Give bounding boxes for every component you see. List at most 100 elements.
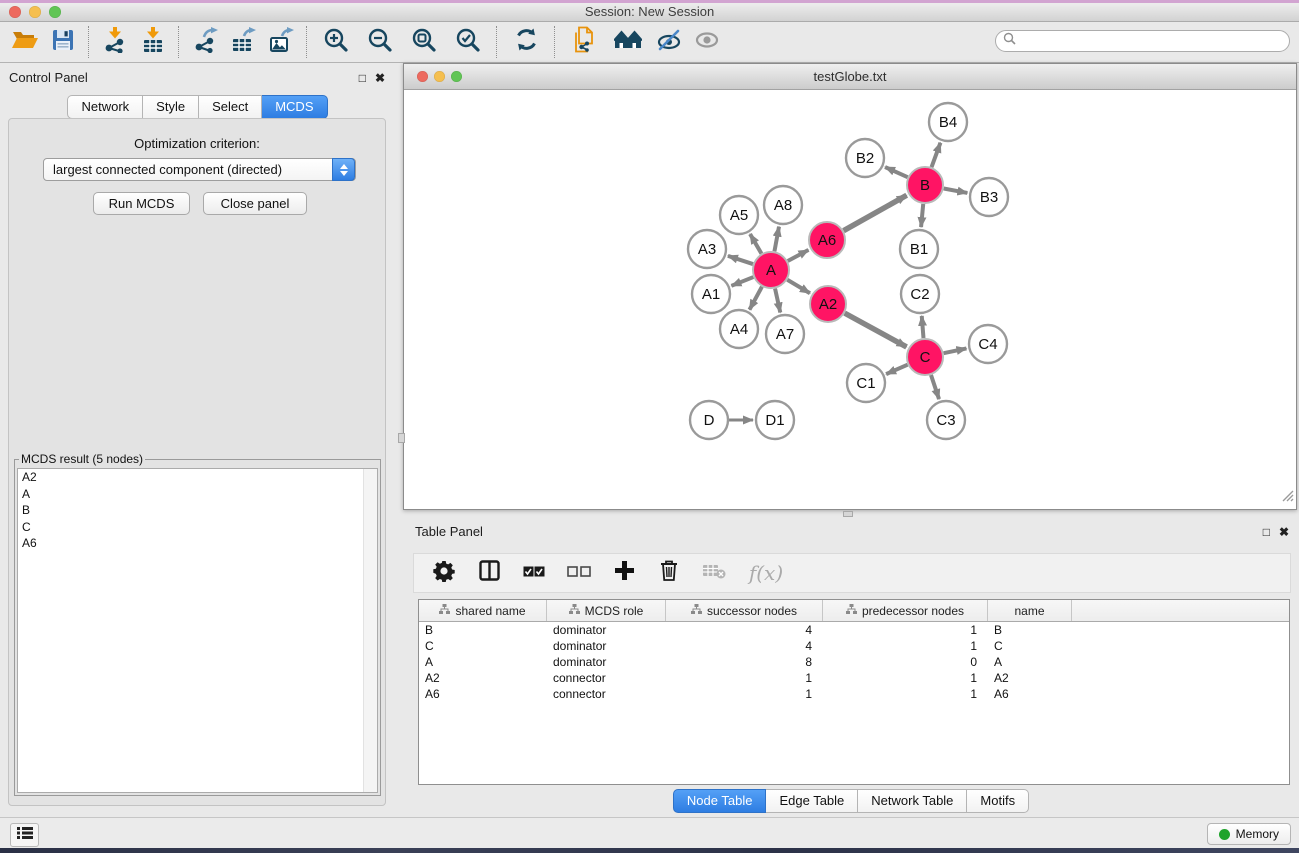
table-row[interactable]: A6connector11A6 [419, 686, 1289, 702]
table-cell[interactable]: 4 [666, 623, 823, 637]
tab-edge-table[interactable]: Edge Table [766, 789, 858, 813]
import-network-button[interactable] [96, 24, 134, 60]
vertical-splitter-handle[interactable] [398, 433, 405, 443]
mcds-result-item[interactable]: A [18, 486, 377, 503]
graph-edge-B-B3[interactable] [944, 189, 968, 193]
graph-edge-A-A8[interactable] [774, 227, 779, 252]
export-network-button[interactable] [186, 24, 224, 60]
create-column-button[interactable] [611, 559, 637, 587]
table-cell[interactable]: A2 [988, 671, 1072, 685]
show-details-button[interactable] [688, 24, 726, 60]
node-table[interactable]: shared nameMCDS rolesuccessor nodesprede… [418, 599, 1290, 785]
table-cell[interactable]: dominator [547, 639, 666, 653]
table-cell[interactable]: 1 [823, 671, 988, 685]
table-cell[interactable]: C [988, 639, 1072, 653]
graph-edge-A2-C[interactable] [845, 313, 907, 347]
optimization-criterion-select[interactable]: largest connected component (directed) [43, 158, 356, 181]
graph-edge-B-B2[interactable] [885, 167, 908, 177]
horizontal-splitter-handle[interactable] [843, 511, 853, 517]
graph-edge-A-A5[interactable] [750, 234, 761, 254]
network-from-selection-button[interactable] [562, 24, 606, 60]
float-panel-icon[interactable]: □ [1263, 526, 1270, 538]
graph-edge-C-C2[interactable] [922, 316, 924, 338]
home-button[interactable] [606, 24, 650, 60]
column-header-shared-name[interactable]: shared name [419, 600, 547, 621]
delete-column-button[interactable] [656, 559, 682, 587]
table-row[interactable]: A2connector11A2 [419, 670, 1289, 686]
table-cell[interactable]: 4 [666, 639, 823, 653]
select-all-rows-button[interactable] [521, 559, 547, 587]
export-table-button[interactable] [224, 24, 262, 60]
tab-select[interactable]: Select [199, 95, 262, 119]
table-cell[interactable]: 1 [666, 671, 823, 685]
show-columns-button[interactable] [476, 559, 502, 587]
zoom-fit-button[interactable] [402, 24, 446, 60]
graph-edge-B-B4[interactable] [932, 143, 941, 167]
refresh-button[interactable] [504, 24, 548, 60]
zoom-selected-button[interactable] [446, 24, 490, 60]
column-header-name[interactable]: name [988, 600, 1072, 621]
run-mcds-button[interactable]: Run MCDS [93, 192, 190, 215]
graph-edge-C-C1[interactable] [886, 365, 907, 374]
table-cell[interactable]: A2 [419, 671, 547, 685]
table-cell[interactable]: 1 [823, 687, 988, 701]
mcds-result-item[interactable]: A6 [18, 535, 377, 552]
table-cell[interactable]: dominator [547, 655, 666, 669]
network-canvas[interactable]: B4B2BB3B1A5A8A6A3AA1A2A4A7C2C4CC1C3DD1 [404, 90, 1296, 509]
graph-edge-A-A6[interactable] [788, 250, 809, 261]
graph-edge-B-B1[interactable] [921, 204, 923, 227]
table-cell[interactable]: connector [547, 671, 666, 685]
network-window-titlebar[interactable]: testGlobe.txt [404, 64, 1296, 90]
graph-edge-C-C3[interactable] [931, 375, 939, 399]
close-panel-icon[interactable]: ✖ [375, 72, 385, 84]
table-cell[interactable]: C [419, 639, 547, 653]
tab-mcds[interactable]: MCDS [262, 95, 327, 119]
graph-edge-A-A3[interactable] [728, 256, 753, 264]
table-row[interactable]: Adominator80A [419, 654, 1289, 670]
mcds-result-list[interactable]: A2ABCA6 [17, 468, 378, 793]
search-input[interactable] [1020, 33, 1289, 49]
table-cell[interactable]: connector [547, 687, 666, 701]
tab-network-table[interactable]: Network Table [858, 789, 967, 813]
close-panel-button[interactable]: Close panel [203, 192, 307, 215]
table-cell[interactable]: 8 [666, 655, 823, 669]
table-cell[interactable]: 1 [823, 623, 988, 637]
import-table-button[interactable] [134, 24, 172, 60]
mcds-result-item[interactable]: B [18, 502, 377, 519]
export-image-button[interactable] [262, 24, 300, 60]
scrollbar-track[interactable] [363, 469, 377, 792]
status-menu-button[interactable] [10, 823, 39, 847]
table-cell[interactable]: B [419, 623, 547, 637]
close-panel-icon[interactable]: ✖ [1279, 526, 1289, 538]
search-field[interactable] [995, 30, 1290, 52]
table-cell[interactable]: A6 [419, 687, 547, 701]
column-header-predecessor-nodes[interactable]: predecessor nodes [823, 600, 988, 621]
resize-grip-icon[interactable] [1280, 488, 1294, 507]
table-cell[interactable]: A [988, 655, 1072, 669]
table-row[interactable]: Cdominator41C [419, 638, 1289, 654]
column-header-successor-nodes[interactable]: successor nodes [666, 600, 823, 621]
zoom-in-button[interactable] [314, 24, 358, 60]
tab-network[interactable]: Network [67, 95, 143, 119]
table-cell[interactable]: 1 [823, 639, 988, 653]
table-settings-button[interactable] [431, 559, 457, 587]
table-cell[interactable]: dominator [547, 623, 666, 637]
graph-edge-A6-B[interactable] [844, 195, 907, 230]
table-row[interactable]: Bdominator41B [419, 622, 1289, 638]
tab-style[interactable]: Style [143, 95, 199, 119]
graph-edge-C-C4[interactable] [944, 348, 967, 353]
open-session-button[interactable] [6, 24, 44, 60]
graph-edge-A-A2[interactable] [787, 280, 810, 294]
deselect-all-rows-button[interactable] [566, 559, 592, 587]
graph-edge-A-A4[interactable] [749, 287, 761, 310]
tab-node-table[interactable]: Node Table [673, 789, 767, 813]
mcds-result-item[interactable]: C [18, 519, 377, 536]
graph-edge-A-A1[interactable] [731, 277, 753, 286]
table-cell[interactable]: B [988, 623, 1072, 637]
column-header-MCDS-role[interactable]: MCDS role [547, 600, 666, 621]
float-panel-icon[interactable]: □ [359, 72, 366, 84]
save-session-button[interactable] [44, 24, 82, 60]
table-cell[interactable]: A [419, 655, 547, 669]
tab-motifs[interactable]: Motifs [967, 789, 1029, 813]
graph-edge-A-A7[interactable] [775, 289, 780, 313]
